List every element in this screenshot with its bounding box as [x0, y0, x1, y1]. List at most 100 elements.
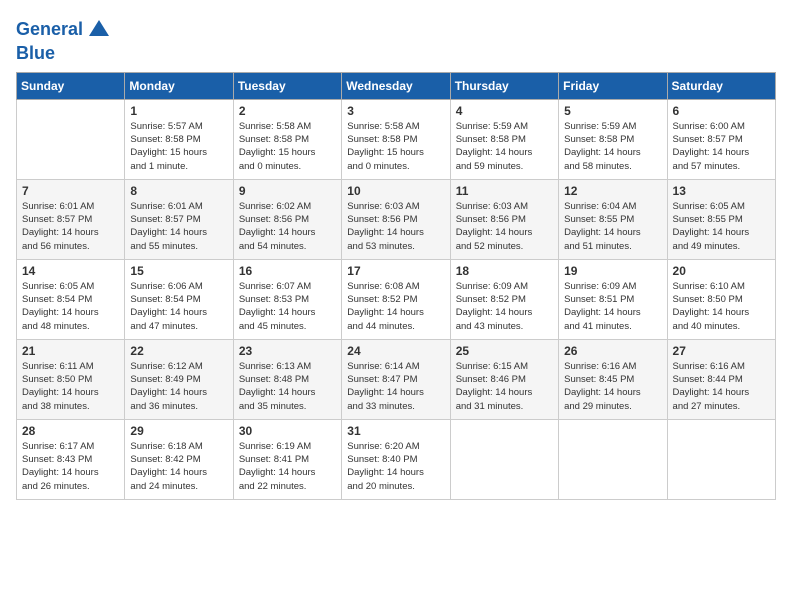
day-number: 17 [347, 264, 444, 278]
day-number: 10 [347, 184, 444, 198]
calendar-cell: 5 Sunrise: 5:59 AM Sunset: 8:58 PM Daylig… [559, 99, 667, 179]
calendar-cell: 3 Sunrise: 5:58 AM Sunset: 8:58 PM Daylig… [342, 99, 450, 179]
calendar-cell: 24 Sunrise: 6:14 AM Sunset: 8:47 PM Dayli… [342, 339, 450, 419]
calendar-cell: 31 Sunrise: 6:20 AM Sunset: 8:40 PM Dayli… [342, 419, 450, 499]
calendar-cell: 26 Sunrise: 6:16 AM Sunset: 8:45 PM Dayli… [559, 339, 667, 419]
cell-info: Sunrise: 6:06 AM Sunset: 8:54 PM Dayligh… [130, 280, 227, 333]
cell-info: Sunrise: 6:19 AM Sunset: 8:41 PM Dayligh… [239, 440, 336, 493]
calendar-cell: 15 Sunrise: 6:06 AM Sunset: 8:54 PM Dayli… [125, 259, 233, 339]
cell-info: Sunrise: 6:11 AM Sunset: 8:50 PM Dayligh… [22, 360, 119, 413]
cell-info: Sunrise: 6:09 AM Sunset: 8:51 PM Dayligh… [564, 280, 661, 333]
day-header-friday: Friday [559, 72, 667, 99]
day-number: 24 [347, 344, 444, 358]
cell-info: Sunrise: 6:16 AM Sunset: 8:45 PM Dayligh… [564, 360, 661, 413]
day-number: 7 [22, 184, 119, 198]
day-header-saturday: Saturday [667, 72, 775, 99]
day-number: 18 [456, 264, 553, 278]
cell-info: Sunrise: 5:59 AM Sunset: 8:58 PM Dayligh… [456, 120, 553, 173]
calendar-cell: 12 Sunrise: 6:04 AM Sunset: 8:55 PM Dayli… [559, 179, 667, 259]
cell-info: Sunrise: 6:04 AM Sunset: 8:55 PM Dayligh… [564, 200, 661, 253]
day-number: 15 [130, 264, 227, 278]
cell-info: Sunrise: 5:57 AM Sunset: 8:58 PM Dayligh… [130, 120, 227, 173]
day-number: 1 [130, 104, 227, 118]
day-number: 2 [239, 104, 336, 118]
day-number: 26 [564, 344, 661, 358]
cell-info: Sunrise: 6:18 AM Sunset: 8:42 PM Dayligh… [130, 440, 227, 493]
day-number: 22 [130, 344, 227, 358]
page-header: General Blue [16, 16, 776, 64]
day-number: 5 [564, 104, 661, 118]
cell-info: Sunrise: 6:01 AM Sunset: 8:57 PM Dayligh… [130, 200, 227, 253]
cell-info: Sunrise: 6:01 AM Sunset: 8:57 PM Dayligh… [22, 200, 119, 253]
day-header-sunday: Sunday [17, 72, 125, 99]
day-number: 16 [239, 264, 336, 278]
cell-info: Sunrise: 6:20 AM Sunset: 8:40 PM Dayligh… [347, 440, 444, 493]
day-number: 23 [239, 344, 336, 358]
calendar-cell: 29Sunrise: 6:18 AM Sunset: 8:42 PM Dayli… [125, 419, 233, 499]
cell-info: Sunrise: 6:07 AM Sunset: 8:53 PM Dayligh… [239, 280, 336, 333]
calendar-cell [450, 419, 558, 499]
logo-text: General Blue [16, 16, 113, 64]
day-number: 4 [456, 104, 553, 118]
cell-info: Sunrise: 6:12 AM Sunset: 8:49 PM Dayligh… [130, 360, 227, 413]
calendar-cell: 11 Sunrise: 6:03 AM Sunset: 8:56 PM Dayli… [450, 179, 558, 259]
day-number: 6 [673, 104, 770, 118]
calendar-cell: 19 Sunrise: 6:09 AM Sunset: 8:51 PM Dayli… [559, 259, 667, 339]
day-number: 28 [22, 424, 119, 438]
cell-info: Sunrise: 5:59 AM Sunset: 8:58 PM Dayligh… [564, 120, 661, 173]
cell-info: Sunrise: 6:03 AM Sunset: 8:56 PM Dayligh… [456, 200, 553, 253]
day-number: 8 [130, 184, 227, 198]
day-number: 21 [22, 344, 119, 358]
calendar-cell: 10 Sunrise: 6:03 AM Sunset: 8:56 PM Dayli… [342, 179, 450, 259]
cell-info: Sunrise: 5:58 AM Sunset: 8:58 PM Dayligh… [239, 120, 336, 173]
calendar-cell: 16 Sunrise: 6:07 AM Sunset: 8:53 PM Dayli… [233, 259, 341, 339]
calendar-cell [667, 419, 775, 499]
cell-info: Sunrise: 6:15 AM Sunset: 8:46 PM Dayligh… [456, 360, 553, 413]
cell-info: Sunrise: 5:58 AM Sunset: 8:58 PM Dayligh… [347, 120, 444, 173]
day-header-monday: Monday [125, 72, 233, 99]
day-number: 14 [22, 264, 119, 278]
calendar-cell: 4 Sunrise: 5:59 AM Sunset: 8:58 PM Daylig… [450, 99, 558, 179]
calendar-cell: 6 Sunrise: 6:00 AM Sunset: 8:57 PM Daylig… [667, 99, 775, 179]
calendar-cell: 20 Sunrise: 6:10 AM Sunset: 8:50 PM Dayli… [667, 259, 775, 339]
day-number: 19 [564, 264, 661, 278]
day-number: 13 [673, 184, 770, 198]
calendar-cell: 22 Sunrise: 6:12 AM Sunset: 8:49 PM Dayli… [125, 339, 233, 419]
cell-info: Sunrise: 6:05 AM Sunset: 8:55 PM Dayligh… [673, 200, 770, 253]
cell-info: Sunrise: 6:09 AM Sunset: 8:52 PM Dayligh… [456, 280, 553, 333]
cell-info: Sunrise: 6:14 AM Sunset: 8:47 PM Dayligh… [347, 360, 444, 413]
calendar-cell: 18 Sunrise: 6:09 AM Sunset: 8:52 PM Dayli… [450, 259, 558, 339]
calendar-cell [559, 419, 667, 499]
cell-info: Sunrise: 6:08 AM Sunset: 8:52 PM Dayligh… [347, 280, 444, 333]
calendar-cell: 8 Sunrise: 6:01 AM Sunset: 8:57 PM Daylig… [125, 179, 233, 259]
cell-info: Sunrise: 6:02 AM Sunset: 8:56 PM Dayligh… [239, 200, 336, 253]
day-number: 11 [456, 184, 553, 198]
day-header-tuesday: Tuesday [233, 72, 341, 99]
day-number: 20 [673, 264, 770, 278]
calendar-cell: 25 Sunrise: 6:15 AM Sunset: 8:46 PM Dayli… [450, 339, 558, 419]
calendar-cell: 27Sunrise: 6:16 AM Sunset: 8:44 PM Dayli… [667, 339, 775, 419]
cell-info: Sunrise: 6:10 AM Sunset: 8:50 PM Dayligh… [673, 280, 770, 333]
calendar-cell: 17 Sunrise: 6:08 AM Sunset: 8:52 PM Dayli… [342, 259, 450, 339]
day-number: 31 [347, 424, 444, 438]
day-number: 12 [564, 184, 661, 198]
day-number: 30 [239, 424, 336, 438]
cell-info: Sunrise: 6:00 AM Sunset: 8:57 PM Dayligh… [673, 120, 770, 173]
logo: General Blue [16, 16, 113, 64]
day-header-thursday: Thursday [450, 72, 558, 99]
calendar-cell [17, 99, 125, 179]
cell-info: Sunrise: 6:16 AM Sunset: 8:44 PM Dayligh… [673, 360, 770, 413]
calendar-cell: 14Sunrise: 6:05 AM Sunset: 8:54 PM Dayli… [17, 259, 125, 339]
calendar-cell: 1 Sunrise: 5:57 AM Sunset: 8:58 PM Daylig… [125, 99, 233, 179]
day-number: 9 [239, 184, 336, 198]
calendar-cell: 21 Sunrise: 6:11 AM Sunset: 8:50 PM Dayli… [17, 339, 125, 419]
calendar-cell: 7 Sunrise: 6:01 AM Sunset: 8:57 PM Daylig… [17, 179, 125, 259]
cell-info: Sunrise: 6:03 AM Sunset: 8:56 PM Dayligh… [347, 200, 444, 253]
day-number: 25 [456, 344, 553, 358]
calendar-cell: 13 Sunrise: 6:05 AM Sunset: 8:55 PM Dayli… [667, 179, 775, 259]
cell-info: Sunrise: 6:17 AM Sunset: 8:43 PM Dayligh… [22, 440, 119, 493]
cell-info: Sunrise: 6:13 AM Sunset: 8:48 PM Dayligh… [239, 360, 336, 413]
calendar-cell: 30 Sunrise: 6:19 AM Sunset: 8:41 PM Dayli… [233, 419, 341, 499]
calendar-cell: 28 Sunrise: 6:17 AM Sunset: 8:43 PM Dayli… [17, 419, 125, 499]
day-number: 3 [347, 104, 444, 118]
